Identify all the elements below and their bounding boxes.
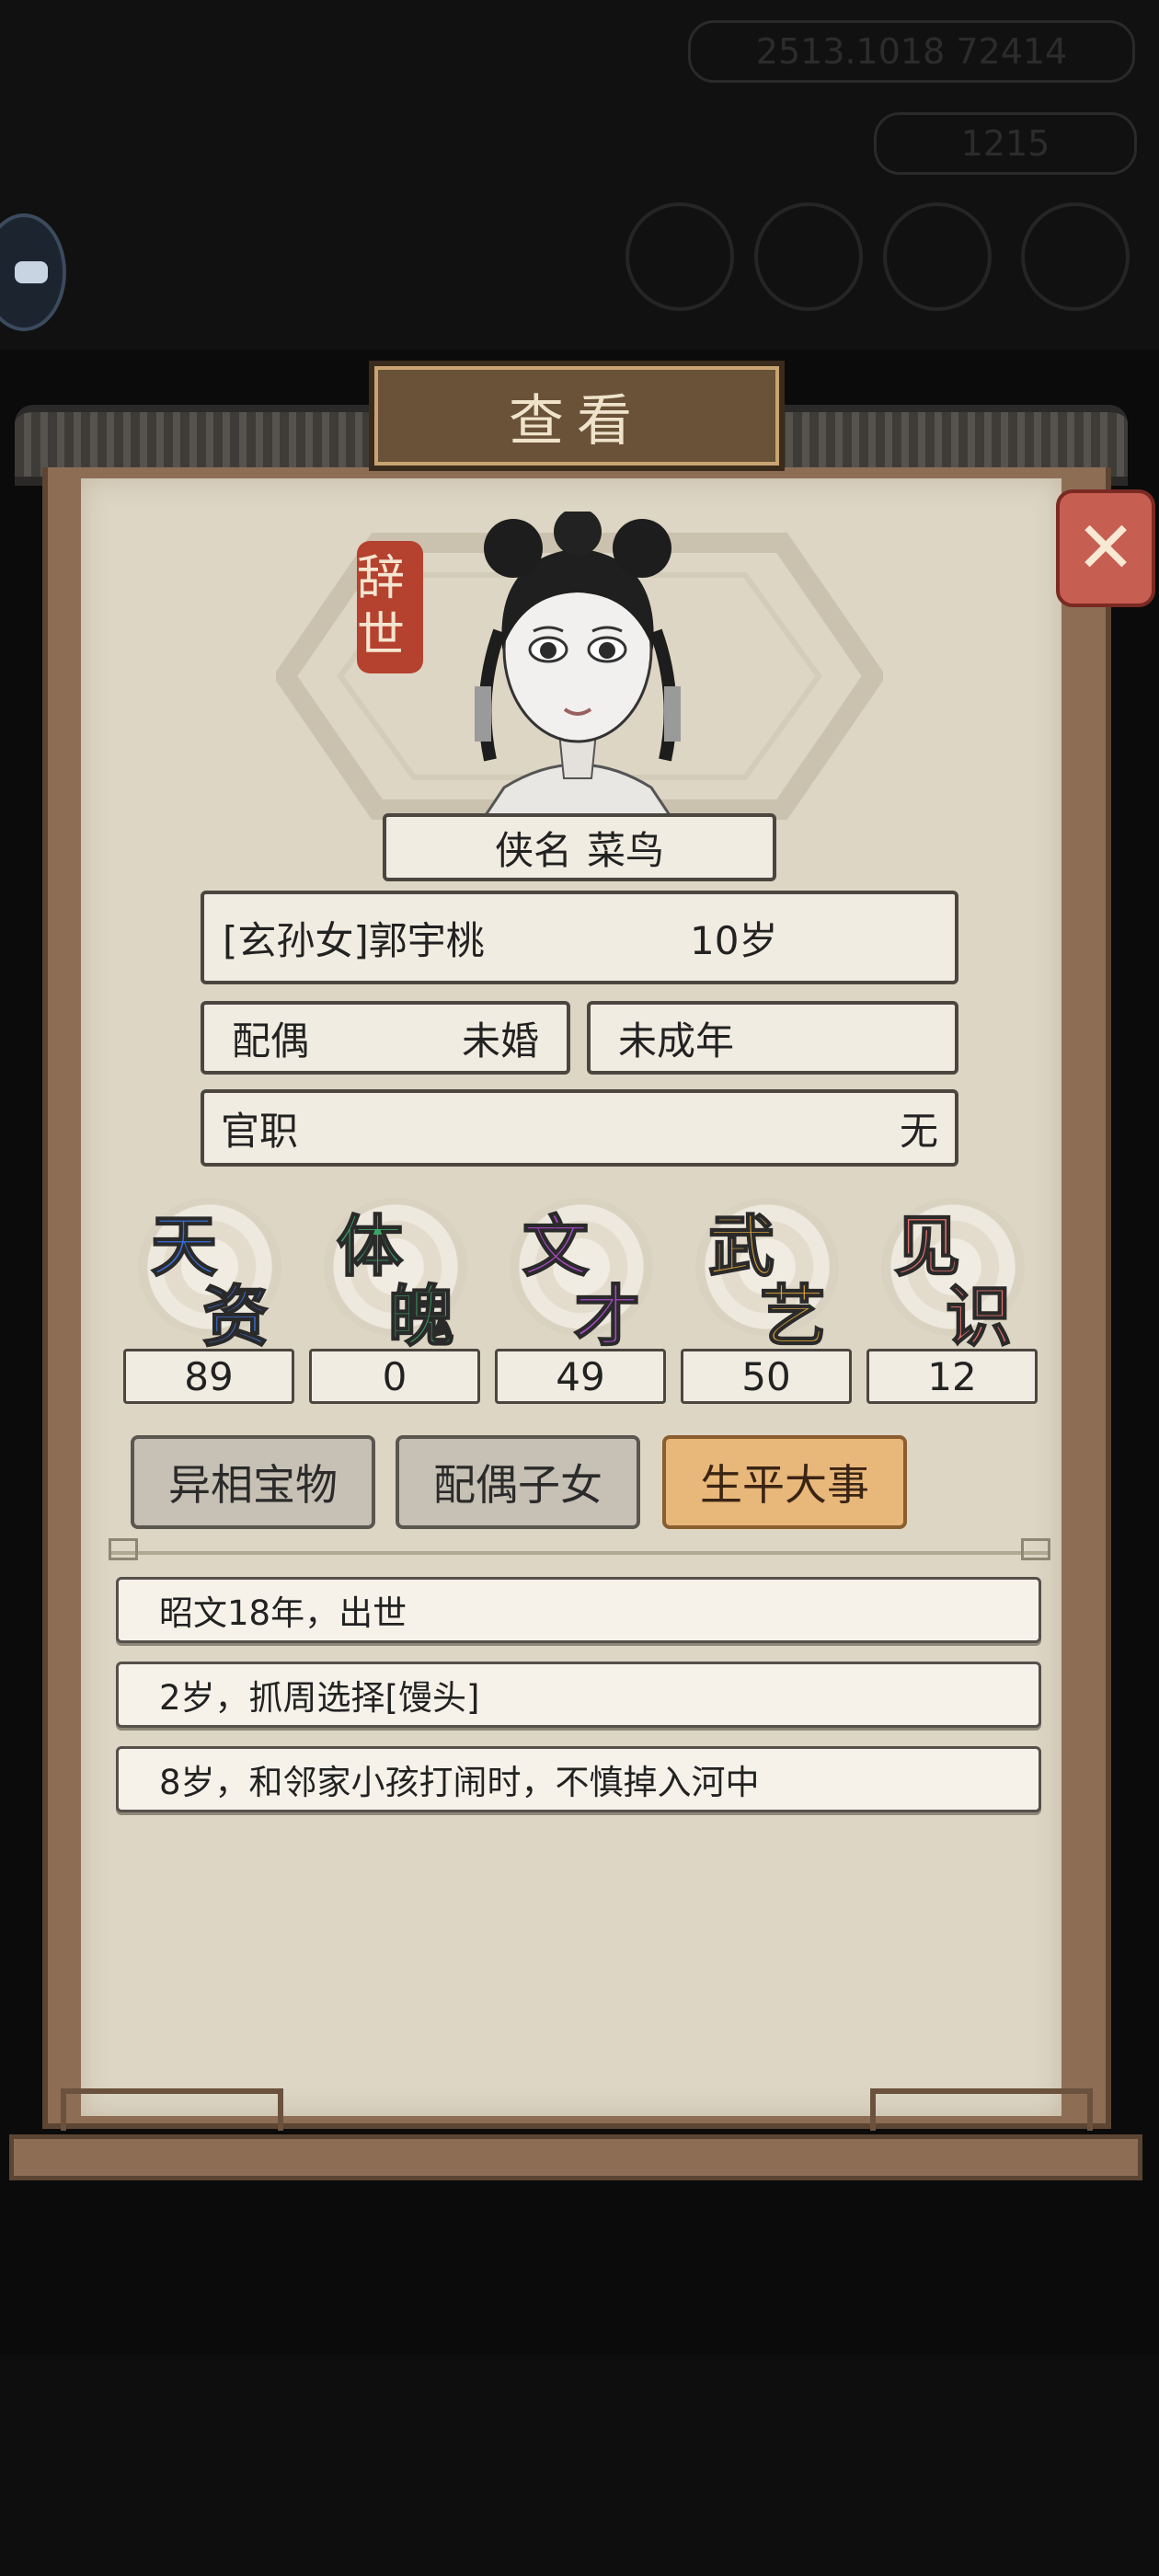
tab-treasures[interactable]: 异相宝物 [131, 1435, 375, 1529]
attribute-martial: 武 艺 [681, 1192, 852, 1356]
section-divider [109, 1538, 1050, 1560]
office-label: 官职 [221, 1108, 299, 1154]
currency-display: 2513.1018 72414 [688, 20, 1135, 83]
tab-spouse-children[interactable]: 配偶子女 [396, 1435, 640, 1529]
spouse-box: 配偶 未婚 [201, 1001, 570, 1075]
life-event-item: 昭文18年，出世 [116, 1577, 1041, 1643]
attribute-literary-value: 49 [495, 1349, 666, 1404]
coin-display: 1215 [874, 112, 1137, 175]
close-x-icon: ✕ [1075, 507, 1136, 590]
character-age: 10岁 [690, 917, 778, 963]
bg-menu-button-4 [1021, 202, 1130, 311]
life-event-item: 8岁，和邻家小孩打闹时，不慎掉入河中 [116, 1746, 1041, 1812]
panel-title-plaque: 查看 [369, 361, 785, 471]
nickname-box: 侠名 菜鸟 [383, 813, 776, 881]
spouse-label: 配偶 [232, 1018, 310, 1064]
background-top-bar: 2513.1018 72414 1215 [0, 0, 1159, 350]
attribute-talent-value: 89 [123, 1349, 294, 1404]
tab-life-events[interactable]: 生平大事 [662, 1435, 907, 1529]
panel-rail-left [61, 2088, 283, 2131]
adult-status: 未成年 [618, 1018, 735, 1064]
panel-rail-right [870, 2088, 1093, 2131]
attribute-talent: 天 资 [123, 1192, 294, 1356]
character-portrait [475, 512, 681, 815]
bg-menu-button-2 [754, 202, 863, 311]
attribute-knowledge-value: 12 [866, 1349, 1038, 1404]
attribute-physique: 体 魄 [309, 1192, 480, 1356]
attribute-knowledge: 见 识 [866, 1192, 1038, 1356]
bg-menu-button-3 [883, 202, 992, 311]
bg-menu-button-1 [625, 202, 734, 311]
nickname-label: 侠名 [494, 827, 572, 873]
panel-title: 查看 [509, 388, 645, 454]
panel-base [9, 2134, 1142, 2180]
character-name: [玄孙女]郭宇桃 [223, 917, 485, 963]
nickname-value: 菜鸟 [587, 827, 665, 873]
office-box: 官职 无 [201, 1089, 958, 1167]
attribute-martial-value: 50 [681, 1349, 852, 1404]
office-value: 无 [899, 1108, 938, 1154]
attribute-physique-value: 0 [309, 1349, 480, 1404]
chat-icon [15, 261, 48, 283]
background-bottom-nav [0, 2355, 1159, 2576]
life-event-item: 2岁，抓周选择[馒头] [116, 1662, 1041, 1728]
attribute-literary: 文 才 [495, 1192, 666, 1356]
adult-status-box: 未成年 [587, 1001, 958, 1075]
close-button[interactable]: ✕ [1056, 489, 1155, 607]
status-stamp: 辞世 [357, 541, 423, 673]
spouse-value: 未婚 [461, 1018, 539, 1064]
name-age-box: [玄孙女]郭宇桃 10岁 [201, 891, 958, 984]
